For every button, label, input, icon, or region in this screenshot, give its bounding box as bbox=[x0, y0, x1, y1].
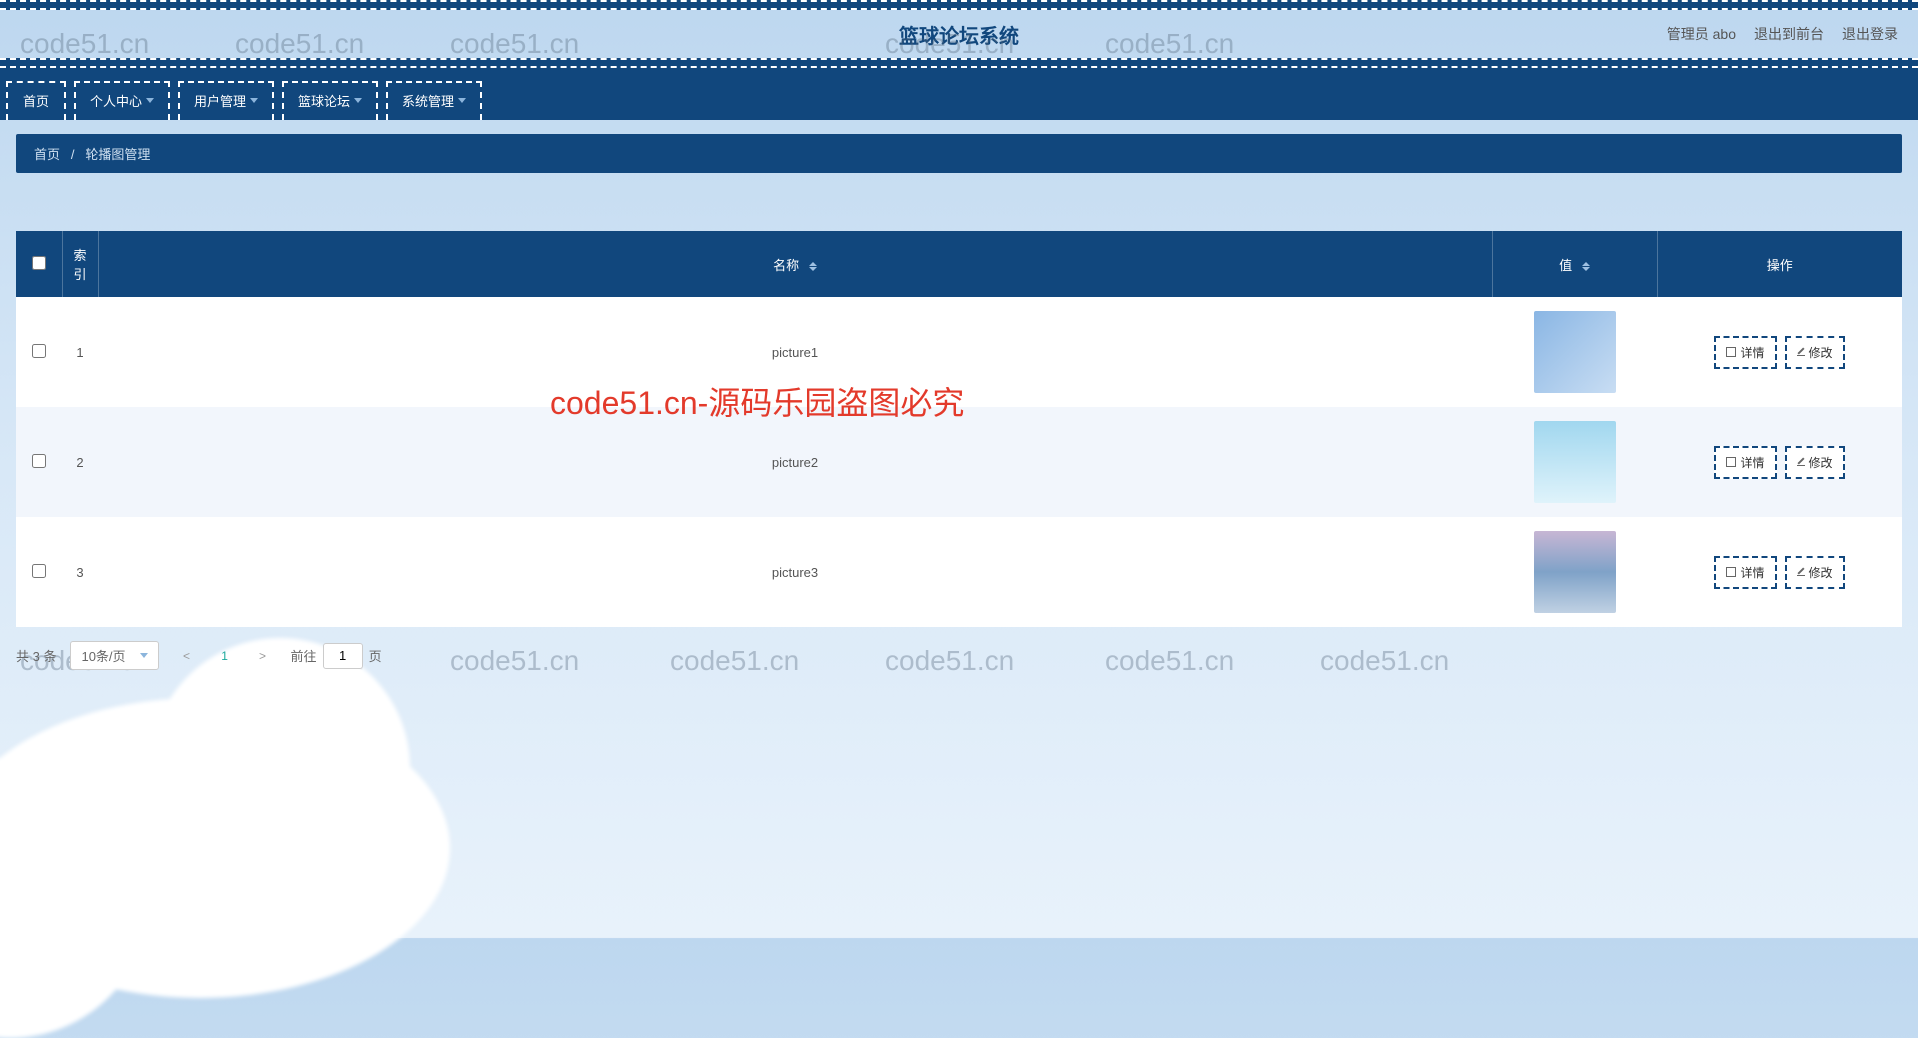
logout-button[interactable]: 退出登录 bbox=[1842, 24, 1898, 44]
breadcrumb-current: 轮播图管理 bbox=[85, 147, 150, 162]
chevron-down-icon bbox=[458, 98, 466, 103]
next-page-button[interactable]: > bbox=[249, 642, 277, 670]
row-checkbox[interactable] bbox=[32, 344, 46, 358]
detail-icon bbox=[1726, 347, 1736, 357]
cell-index: 3 bbox=[62, 517, 98, 627]
detail-button[interactable]: 详情 bbox=[1714, 446, 1776, 479]
detail-icon bbox=[1726, 567, 1736, 577]
detail-button[interactable]: 详情 bbox=[1714, 336, 1776, 369]
main-nav: 首页 个人中心 用户管理 篮球论坛 系统管理 bbox=[0, 68, 1918, 120]
edit-button[interactable]: 修改 bbox=[1785, 446, 1845, 479]
chevron-down-icon bbox=[250, 98, 258, 103]
breadcrumb: 首页 / 轮播图管理 bbox=[16, 134, 1902, 173]
row-checkbox[interactable] bbox=[32, 564, 46, 578]
column-name[interactable]: 名称 bbox=[98, 231, 1492, 297]
logout-to-front-button[interactable]: 退出到前台 bbox=[1754, 24, 1824, 44]
table-card: 索引 名称 值 操作 1 picture1 bbox=[16, 231, 1902, 627]
user-label[interactable]: 管理员 abo bbox=[1667, 24, 1736, 44]
cell-thumbnail[interactable] bbox=[1534, 311, 1616, 393]
row-checkbox[interactable] bbox=[32, 454, 46, 468]
pagination-total: 共 3 条 bbox=[16, 646, 56, 665]
goto-suffix: 页 bbox=[369, 646, 382, 665]
nav-item-home[interactable]: 首页 bbox=[6, 81, 66, 120]
nav-item-users[interactable]: 用户管理 bbox=[178, 81, 274, 120]
page-size-select[interactable]: 10条/页 bbox=[70, 641, 158, 670]
breadcrumb-home[interactable]: 首页 bbox=[34, 147, 60, 162]
detail-button[interactable]: 详情 bbox=[1714, 556, 1776, 589]
goto-label: 前往 bbox=[291, 646, 317, 665]
table-row: 2 picture2 详情 修改 bbox=[16, 407, 1902, 517]
pagination: 共 3 条 10条/页 < 1 > 前往 页 bbox=[16, 641, 1902, 670]
nav-label: 用户管理 bbox=[194, 91, 246, 110]
nav-label: 篮球论坛 bbox=[298, 91, 350, 110]
top-band-decoration-2 bbox=[0, 58, 1918, 68]
cloud-decoration bbox=[0, 698, 450, 998]
edit-icon bbox=[1797, 348, 1805, 356]
edit-button[interactable]: 修改 bbox=[1785, 556, 1845, 589]
cell-name: picture1 bbox=[98, 297, 1492, 407]
page-number-1[interactable]: 1 bbox=[211, 642, 239, 670]
top-band-decoration bbox=[0, 0, 1918, 10]
edit-button[interactable]: 修改 bbox=[1785, 336, 1845, 369]
cell-name: picture2 bbox=[98, 407, 1492, 517]
carousel-table: 索引 名称 值 操作 1 picture1 bbox=[16, 231, 1902, 627]
nav-item-system[interactable]: 系统管理 bbox=[386, 81, 482, 120]
nav-label: 首页 bbox=[23, 91, 49, 110]
chevron-down-icon bbox=[146, 98, 154, 103]
cell-index: 1 bbox=[62, 297, 98, 407]
select-all-checkbox[interactable] bbox=[32, 256, 46, 270]
column-value[interactable]: 值 bbox=[1492, 231, 1657, 297]
column-action: 操作 bbox=[1657, 231, 1902, 297]
column-checkbox bbox=[16, 231, 62, 297]
column-index[interactable]: 索引 bbox=[62, 231, 98, 297]
edit-icon bbox=[1797, 458, 1805, 466]
header-actions: 管理员 abo 退出到前台 退出登录 bbox=[1667, 24, 1898, 44]
sort-icon[interactable] bbox=[1582, 262, 1590, 271]
table-row: 3 picture3 详情 修改 bbox=[16, 517, 1902, 627]
nav-label: 个人中心 bbox=[90, 91, 142, 110]
header: 篮球论坛系统 管理员 abo 退出到前台 退出登录 bbox=[0, 10, 1918, 58]
detail-icon bbox=[1726, 457, 1736, 467]
nav-item-forum[interactable]: 篮球论坛 bbox=[282, 81, 378, 120]
chevron-down-icon bbox=[354, 98, 362, 103]
prev-page-button[interactable]: < bbox=[173, 642, 201, 670]
sort-icon[interactable] bbox=[809, 262, 817, 271]
cell-index: 2 bbox=[62, 407, 98, 517]
edit-icon bbox=[1797, 568, 1805, 576]
goto-page-input[interactable] bbox=[323, 643, 363, 669]
app-title: 篮球论坛系统 bbox=[899, 20, 1019, 49]
nav-item-personal[interactable]: 个人中心 bbox=[74, 81, 170, 120]
cell-name: picture3 bbox=[98, 517, 1492, 627]
cell-thumbnail[interactable] bbox=[1534, 421, 1616, 503]
cell-thumbnail[interactable] bbox=[1534, 531, 1616, 613]
chevron-down-icon bbox=[140, 653, 148, 658]
nav-label: 系统管理 bbox=[402, 91, 454, 110]
table-row: 1 picture1 详情 修改 bbox=[16, 297, 1902, 407]
